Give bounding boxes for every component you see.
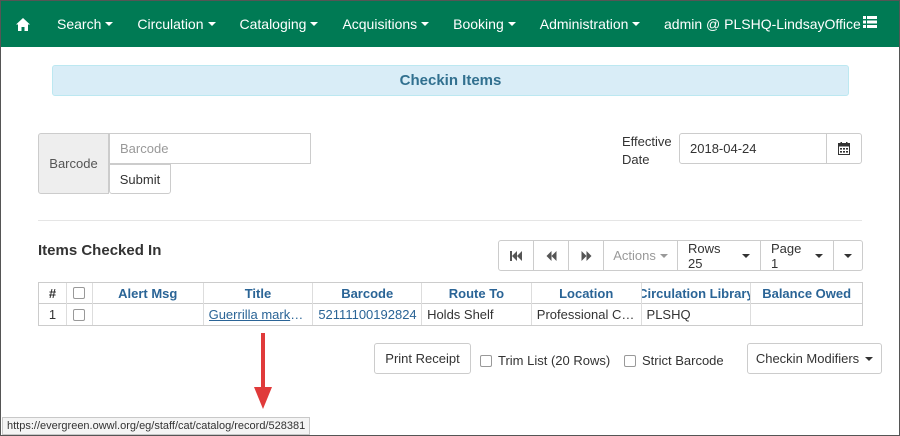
row-alert-msg — [93, 304, 204, 325]
grid-options-dropdown[interactable] — [833, 240, 863, 271]
chevron-down-icon — [207, 22, 216, 26]
nav-search[interactable]: Search — [45, 1, 125, 47]
first-page-icon — [509, 250, 522, 261]
first-page-button[interactable] — [498, 240, 534, 271]
items-grid: # Alert Msg Title Barcode Route To Locat… — [38, 282, 863, 326]
actions-dropdown[interactable]: Actions — [603, 240, 678, 271]
table-row: 1 Guerrilla marketing 52111100192824 Hol… — [39, 304, 862, 325]
rows-label: Rows 25 — [688, 240, 721, 271]
nav-administration[interactable]: Administration — [528, 1, 653, 47]
effective-date-input[interactable] — [679, 133, 827, 164]
divider — [38, 220, 862, 221]
grid-header-row: # Alert Msg Title Barcode Route To Locat… — [39, 282, 862, 304]
row-location: Professional Collection — [536, 307, 636, 322]
column-header-barcode[interactable]: Barcode — [313, 282, 423, 304]
app-window: Search Circulation Cataloging Acquisitio… — [0, 0, 900, 436]
row-balance-owed — [751, 304, 862, 325]
column-header-number: # — [39, 282, 67, 304]
annotation-arrow-icon — [254, 333, 272, 409]
column-header-alert[interactable]: Alert Msg — [93, 282, 204, 304]
checkbox-icon — [624, 354, 636, 367]
row-barcode-link[interactable]: 52111100192824 — [318, 307, 416, 322]
grid-toolbar: Actions Rows 25 Page 1 — [498, 240, 863, 271]
nav-cataloging[interactable]: Cataloging — [228, 1, 331, 47]
chevron-down-icon — [742, 253, 750, 258]
nav-cataloging-label: Cataloging — [239, 16, 307, 32]
row-title-cell: Guerrilla marketing — [204, 304, 314, 325]
actions-label: Actions — [613, 248, 656, 263]
grid-title: Items Checked In — [38, 242, 162, 259]
print-receipt-button[interactable]: Print Receipt — [374, 343, 471, 374]
checkbox-icon — [73, 287, 86, 299]
strict-barcode-checkbox[interactable]: Strict Barcode — [624, 353, 724, 368]
chevron-down-icon — [310, 22, 319, 26]
effective-date-label: Effective Date — [622, 134, 672, 167]
column-header-route-to[interactable]: Route To — [422, 282, 532, 304]
nav-administration-label: Administration — [539, 16, 629, 32]
next-page-button[interactable] — [568, 240, 604, 271]
nav-user-menu[interactable]: admin @ PLSHQ-LindsayOffice — [664, 1, 861, 47]
barcode-input[interactable] — [109, 133, 311, 164]
row-circulation-library: PLSHQ — [642, 304, 752, 325]
submit-button[interactable]: Submit — [109, 164, 171, 194]
nav-acquisitions-label: Acquisitions — [342, 16, 418, 32]
column-header-location[interactable]: Location — [532, 282, 642, 304]
row-route-to: Holds Shelf — [422, 304, 532, 325]
rows-dropdown[interactable]: Rows 25 — [677, 240, 761, 271]
nav-circulation[interactable]: Circulation — [125, 1, 227, 47]
checkin-modifiers-label: Checkin Modifiers — [755, 351, 860, 366]
user-label: admin @ PLSHQ-LindsayOffice — [664, 16, 861, 32]
chevron-down-icon — [815, 253, 823, 258]
chevron-down-icon — [844, 253, 852, 258]
strict-barcode-label: Strict Barcode — [642, 353, 724, 368]
chevron-down-icon — [865, 356, 874, 361]
browser-status-bar: https://evergreen.owwl.org/eg/staff/cat/… — [2, 417, 310, 435]
previous-page-button[interactable] — [533, 240, 569, 271]
checkin-modifiers-dropdown[interactable]: Checkin Modifiers — [747, 343, 882, 374]
page-title: Checkin Items — [52, 65, 849, 96]
nav-search-label: Search — [57, 16, 102, 32]
nav-circulation-label: Circulation — [137, 16, 204, 32]
calendar-icon[interactable] — [826, 133, 862, 164]
trim-list-checkbox[interactable]: Trim List (20 Rows) — [480, 353, 610, 368]
row-title-link[interactable]: Guerrilla marketing — [209, 307, 308, 322]
row-number: 1 — [39, 304, 67, 325]
barcode-label: Barcode — [38, 133, 109, 194]
column-header-circulation-library[interactable]: Circulation Library — [642, 282, 752, 304]
backward-icon — [546, 250, 556, 261]
chevron-down-icon — [105, 22, 114, 26]
status-url: https://evergreen.owwl.org/eg/staff/cat/… — [7, 420, 306, 432]
page-label: Page 1 — [771, 240, 802, 271]
row-checkbox[interactable] — [67, 304, 93, 325]
list-menu-icon[interactable] — [863, 15, 883, 33]
column-header-title[interactable]: Title — [204, 282, 314, 304]
home-icon[interactable] — [1, 1, 45, 47]
column-header-balance-owed[interactable]: Balance Owed — [751, 283, 862, 304]
row-barcode-cell: 52111100192824 — [313, 304, 423, 325]
select-all-checkbox[interactable] — [67, 282, 93, 304]
checkbox-icon — [73, 308, 86, 321]
top-navbar: Search Circulation Cataloging Acquisitio… — [1, 1, 899, 47]
chevron-down-icon — [421, 22, 430, 26]
page-dropdown[interactable]: Page 1 — [760, 240, 834, 271]
row-location-cell: Professional Collection — [532, 304, 642, 325]
nav-booking-label: Booking — [453, 16, 504, 32]
nav-booking[interactable]: Booking — [441, 1, 528, 47]
trim-list-label: Trim List (20 Rows) — [498, 353, 611, 368]
nav-acquisitions[interactable]: Acquisitions — [330, 1, 441, 47]
chevron-down-icon — [659, 253, 668, 258]
forward-icon — [581, 250, 591, 261]
chevron-down-icon — [507, 22, 516, 26]
checkbox-icon — [480, 354, 492, 367]
chevron-down-icon — [632, 22, 641, 26]
